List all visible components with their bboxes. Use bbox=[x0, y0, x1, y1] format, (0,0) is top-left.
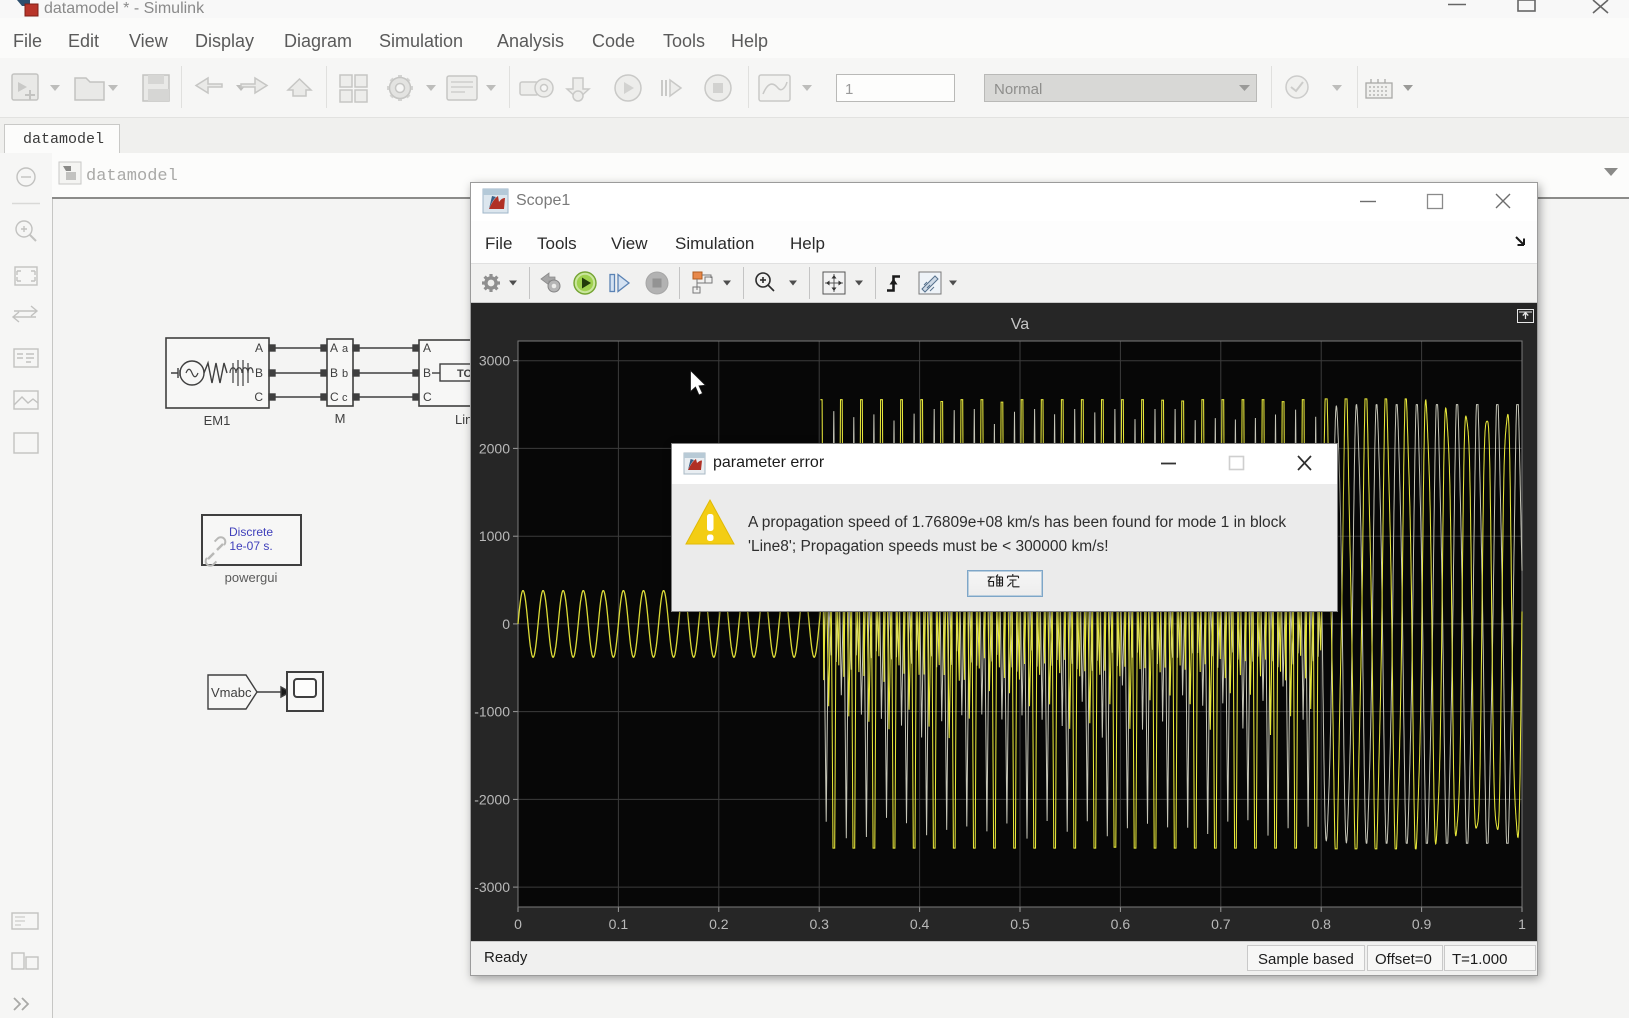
svg-text:3000: 3000 bbox=[479, 353, 510, 369]
svg-text:-2000: -2000 bbox=[474, 791, 510, 807]
svg-text:Normal: Normal bbox=[994, 81, 1042, 98]
svg-text:Vmabc: Vmabc bbox=[211, 685, 252, 700]
svg-text:datamodel: datamodel bbox=[86, 167, 178, 186]
svg-text:powergui: powergui bbox=[225, 570, 278, 585]
svg-text:0.7: 0.7 bbox=[1211, 916, 1231, 932]
svg-text:b: b bbox=[342, 368, 348, 380]
svg-text:A: A bbox=[255, 341, 263, 355]
svg-text:-1000: -1000 bbox=[474, 704, 510, 720]
svg-text:0: 0 bbox=[514, 916, 522, 932]
svg-text:B: B bbox=[423, 366, 431, 380]
svg-text:0.9: 0.9 bbox=[1412, 916, 1432, 932]
svg-text:B: B bbox=[255, 366, 263, 380]
svg-text:0.4: 0.4 bbox=[910, 916, 930, 932]
svg-text:1000: 1000 bbox=[479, 528, 510, 544]
svg-text:C: C bbox=[254, 390, 263, 404]
svg-text:0.3: 0.3 bbox=[809, 916, 829, 932]
svg-text:1e-07 s.: 1e-07 s. bbox=[229, 539, 272, 553]
svg-text:0.5: 0.5 bbox=[1010, 916, 1030, 932]
svg-text:2000: 2000 bbox=[479, 440, 510, 456]
svg-text:A: A bbox=[330, 341, 338, 355]
svg-text:M: M bbox=[335, 411, 346, 426]
svg-text:A: A bbox=[423, 341, 431, 355]
svg-text:Va: Va bbox=[1011, 316, 1029, 333]
svg-text:0.1: 0.1 bbox=[609, 916, 629, 932]
svg-text:datamodel * - Simulink: datamodel * - Simulink bbox=[44, 0, 205, 17]
svg-text:1: 1 bbox=[1518, 916, 1526, 932]
svg-text:-3000: -3000 bbox=[474, 879, 510, 895]
svg-text:B: B bbox=[330, 366, 338, 380]
svg-text:C: C bbox=[423, 390, 432, 404]
svg-text:C: C bbox=[330, 390, 339, 404]
svg-text:0.6: 0.6 bbox=[1111, 916, 1131, 932]
svg-text:0.2: 0.2 bbox=[709, 916, 729, 932]
svg-text:1: 1 bbox=[845, 81, 853, 98]
svg-text:0.8: 0.8 bbox=[1311, 916, 1331, 932]
svg-text:a: a bbox=[342, 343, 349, 355]
svg-text:0: 0 bbox=[502, 616, 510, 632]
svg-text:Discrete: Discrete bbox=[229, 525, 273, 539]
svg-text:c: c bbox=[342, 392, 348, 404]
svg-text:EM1: EM1 bbox=[204, 413, 231, 428]
